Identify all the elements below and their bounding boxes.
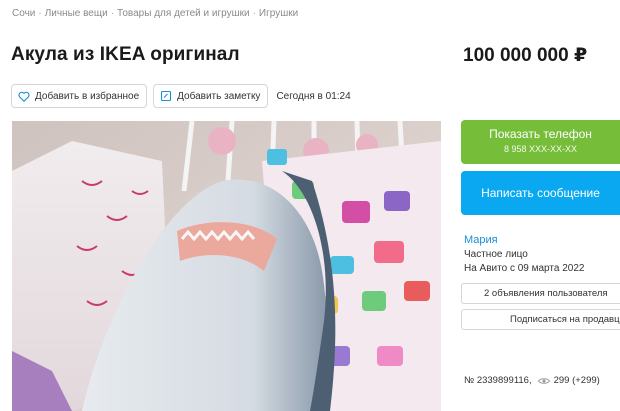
- add-to-favorites-label: Добавить в избранное: [35, 90, 140, 102]
- add-note-label: Добавить заметку: [177, 90, 261, 102]
- listing-price: 100 000 000 ₽: [463, 45, 588, 66]
- seller-since: На Авито с 09 марта 2022: [464, 263, 585, 274]
- breadcrumb: Сочи · Личные вещи · Товары для детей и …: [12, 8, 298, 22]
- show-phone-button[interactable]: Показать телефон 8 958 XXX-XX-XX: [461, 120, 620, 164]
- seller-name-link[interactable]: Мария: [464, 234, 498, 246]
- listing-title: Акула из IKEA оригинал: [11, 44, 240, 65]
- show-phone-label: Показать телефон: [489, 127, 592, 141]
- breadcrumb-item-personal[interactable]: Личные вещи: [45, 8, 108, 22]
- breadcrumb-separator: ·: [38, 8, 42, 19]
- breadcrumb-separator: ·: [252, 8, 256, 19]
- listing-meta: № 2339899116, 299 (+299): [464, 375, 600, 386]
- eye-icon: [537, 377, 550, 384]
- write-message-label: Написать сообщение: [481, 186, 600, 200]
- add-to-favorites-button[interactable]: Добавить в избранное: [11, 84, 148, 108]
- add-note-button[interactable]: Добавить заметку: [153, 84, 269, 108]
- seller-type: Частное лицо: [464, 249, 528, 260]
- listing-actions: Добавить в избранное Добавить заметку Се…: [11, 84, 351, 108]
- breadcrumb-item-city[interactable]: Сочи: [12, 8, 35, 22]
- seller-listings-label: 2 объявления пользователя: [484, 288, 608, 299]
- breadcrumb-item-kids[interactable]: Товары для детей и игрушки: [117, 8, 250, 22]
- write-message-button[interactable]: Написать сообщение: [461, 171, 620, 215]
- breadcrumb-separator: ·: [110, 8, 115, 19]
- subscribe-seller-button[interactable]: Подписаться на продавца: [461, 309, 620, 330]
- breadcrumb-item-toys[interactable]: Игрушки: [259, 8, 298, 22]
- subscribe-seller-label: Подписаться на продавца: [510, 314, 620, 325]
- note-icon: [161, 90, 172, 102]
- views-label: 299 (+299): [553, 375, 600, 386]
- heart-icon: [18, 91, 30, 102]
- seller-listings-button[interactable]: 2 объявления пользователя: [461, 283, 620, 304]
- views-count: 299 (+299): [537, 375, 600, 386]
- shark-toy-photo: [12, 121, 441, 411]
- listing-id: № 2339899116,: [464, 375, 532, 386]
- masked-phone-number: 8 958 XXX-XX-XX: [503, 144, 578, 154]
- posted-time: Сегодня в 01:24: [276, 90, 351, 102]
- listing-photo[interactable]: [12, 121, 441, 411]
